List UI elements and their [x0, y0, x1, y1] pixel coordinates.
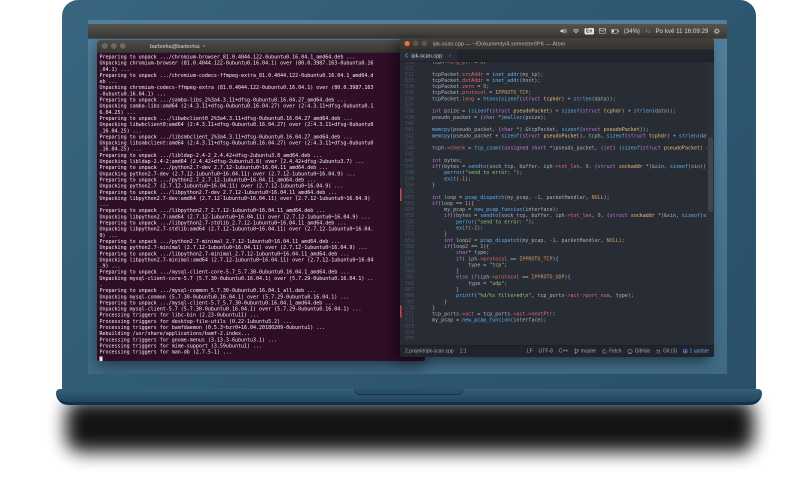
editor-window: ipk-scan.cpp — ~/Dokumenty/4.semester/IP… — [400, 38, 714, 357]
mail-icon[interactable] — [598, 28, 606, 34]
line-number: 575 — [404, 336, 414, 342]
system-tray: En (34%) ↑↓ Po kvě 11 16:09:29 — [560, 27, 727, 35]
github-icon — [627, 348, 633, 354]
scrollbar-handle[interactable] — [708, 137, 713, 212]
volume-icon[interactable] — [560, 28, 568, 34]
code-text: tcph->check = tcp_csum((unsigned short *… — [420, 145, 714, 152]
terminal-cursor — [99, 356, 103, 361]
code-text: tcpPacket.leng = htons(sizeof(struct tcp… — [420, 96, 616, 102]
editor-close-button[interactable] — [404, 41, 410, 47]
diff-icon — [656, 349, 661, 354]
terminal-window: barborka@barborka: ~ Preparing to unpack… — [97, 40, 425, 361]
editor-tab-bar: C ipk-scan.cpp × — [400, 50, 714, 62]
tab-label: ipk-scan.cpp — [411, 52, 443, 59]
terminal-output[interactable]: Preparing to unpack .../chromium-browser… — [97, 53, 425, 361]
terminal-line: Processing triggers for man-db (2.7.5-1)… — [99, 349, 232, 356]
status-cursor-position[interactable]: 1:1 — [460, 349, 467, 355]
terminal-maximize-button[interactable] — [120, 43, 126, 49]
code-text: my_pcap = new_pcap_funcion(interface); — [420, 317, 547, 324]
laptop-mockup: En (34%) ↑↓ Po kvě 11 16:09:29 barborka@… — [0, 0, 800, 477]
clock-label[interactable]: Po kvě 11 16:09:29 — [655, 28, 708, 35]
terminal-titlebar[interactable]: barborka@barborka: ~ — [97, 40, 425, 53]
laptop-base-notch — [354, 389, 464, 395]
status-grammar[interactable]: C++ — [559, 349, 568, 355]
terminal-minimize-button[interactable] — [111, 43, 117, 49]
code-text: } — [420, 182, 436, 188]
code-text: pseudo_packet = (char *)malloc(psize); — [420, 114, 547, 121]
tab-ipk-scan[interactable]: C ipk-scan.cpp × — [400, 50, 458, 62]
wifi-icon[interactable] — [572, 28, 580, 34]
code-line[interactable]: 575 — [400, 336, 714, 342]
git-branch-icon — [574, 348, 579, 354]
keyboard-layout-indicator[interactable]: En — [584, 27, 594, 35]
status-fetch[interactable]: Fetch — [602, 348, 622, 354]
laptop-base — [56, 389, 762, 405]
top-menu-bar: En (34%) ↑↓ Po kvě 11 16:09:29 — [88, 24, 727, 39]
screen: En (34%) ↑↓ Po kvě 11 16:09:29 barborka@… — [88, 20, 727, 374]
status-file-path[interactable]: 2.projekt/ipk-scan.cpp — [405, 349, 454, 355]
editor-window-title: ipk-scan.cpp — ~/Dokumenty/4.semester/IP… — [433, 40, 566, 47]
code-line[interactable]: 544 tcph->check = tcp_csum((unsigned sho… — [400, 146, 714, 152]
update-package-icon — [683, 349, 688, 354]
status-github[interactable]: GitHub — [627, 348, 650, 354]
terminal-title: barborka@barborka: ~ — [150, 43, 206, 50]
network-traffic-icon[interactable]: ↑↓ — [645, 28, 651, 34]
code-text: printf("%d/%s filtered\n", tcp_ports->ac… — [456, 293, 634, 299]
c-file-icon: C — [405, 52, 409, 60]
code-line[interactable]: 542 memcpy(pseudo_packet + sizeof(struct… — [400, 133, 714, 139]
status-git-changes[interactable]: Git (3) — [656, 349, 677, 354]
battery-percent-label: (34%) — [623, 27, 640, 35]
status-line-ending[interactable]: LF — [527, 349, 533, 355]
terminal-close-button[interactable] — [102, 43, 108, 49]
status-updates[interactable]: 1 update — [683, 349, 709, 354]
laptop-lid: En (34%) ↑↓ Po kvě 11 16:09:29 barborka@… — [62, 0, 756, 392]
sync-icon — [602, 348, 607, 354]
editor-minimize-button[interactable] — [413, 41, 419, 47]
tab-close-icon[interactable]: × — [448, 53, 451, 59]
editor-titlebar[interactable]: ipk-scan.cpp — ~/Dokumenty/4.semester/IP… — [400, 38, 714, 50]
code-editor[interactable]: 530 tcph->urg_ptr = 0; 531 532 tcpPacket.s… — [400, 62, 714, 345]
battery-icon[interactable] — [610, 28, 619, 34]
laptop-shadow — [66, 400, 754, 452]
status-git-branch[interactable]: master — [574, 348, 596, 354]
editor-scrollbar[interactable] — [707, 62, 714, 345]
desktop-wallpaper: En (34%) ↑↓ Po kvě 11 16:09:29 barborka@… — [88, 20, 727, 374]
editor-maximize-button[interactable] — [421, 41, 427, 47]
session-gear-icon[interactable] — [713, 28, 721, 35]
code-text: memcpy(pseudo_packet + sizeof(struct pse… — [432, 133, 714, 139]
status-encoding[interactable]: UTF-8 — [539, 349, 553, 355]
code-text: tcph->urg_ptr = 0; — [420, 62, 487, 65]
editor-status-bar: 2.projekt/ipk-scan.cpp 1:1 LF UTF-8 C++ … — [400, 345, 714, 357]
